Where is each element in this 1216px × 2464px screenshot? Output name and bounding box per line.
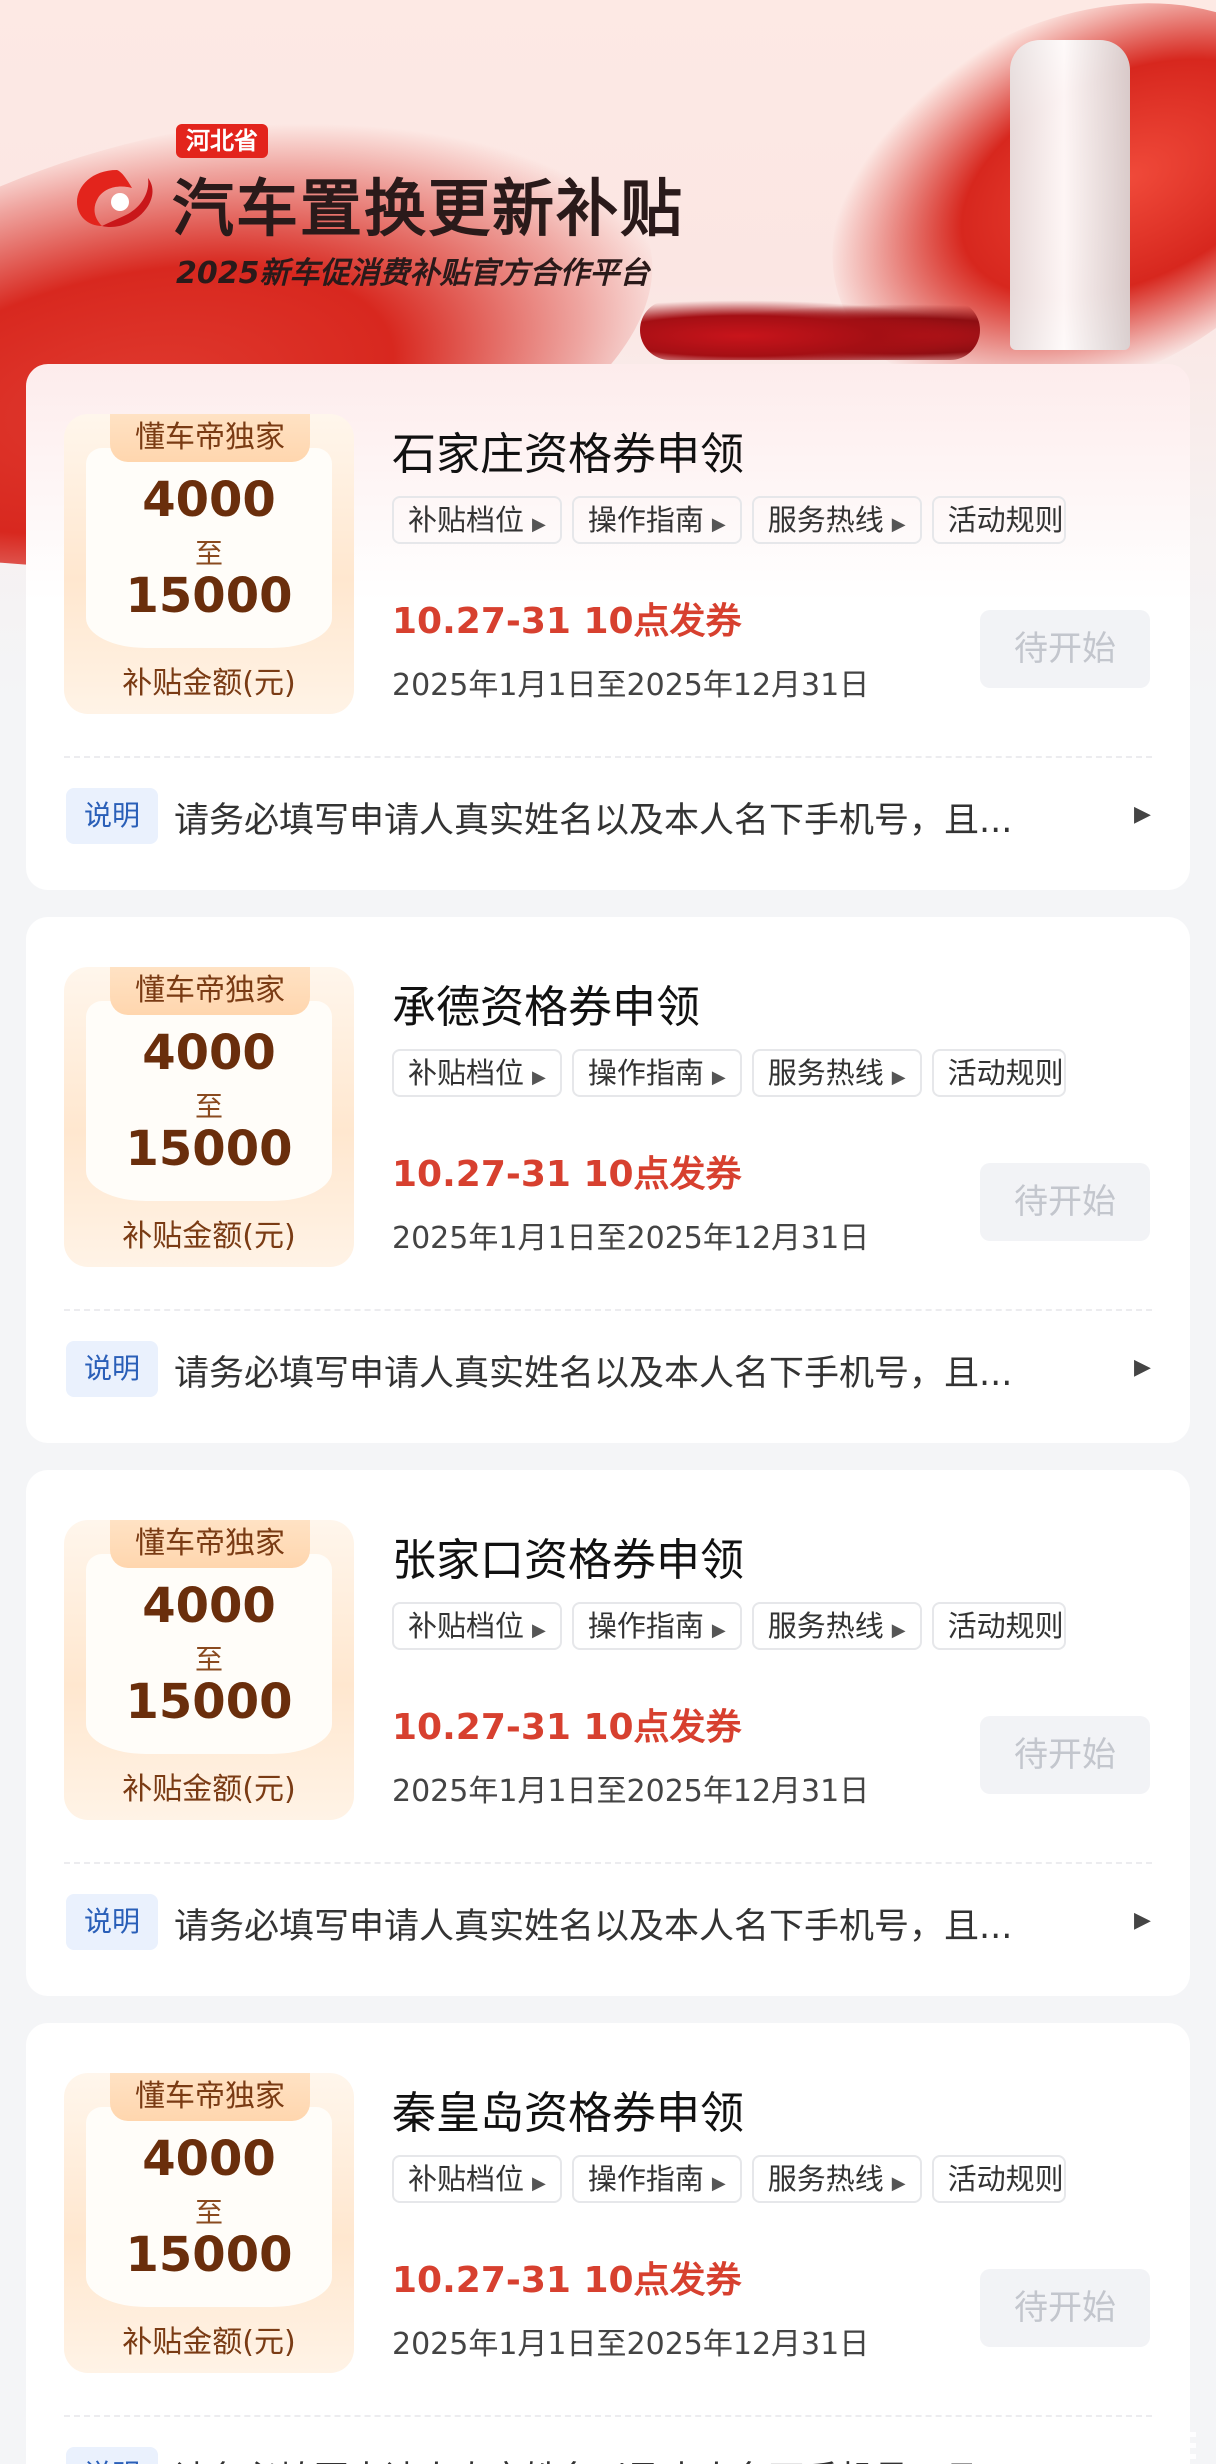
card-title[interactable]: 石家庄资格券申领 xyxy=(392,418,744,482)
note-text[interactable]: 请务必填写申请人真实姓名以及本人名下手机号，且... xyxy=(174,1345,1074,1396)
triangle-right-icon: ▶ xyxy=(711,1067,726,1088)
date-range: 2025年1月1日至2025年12月31日 xyxy=(392,668,870,703)
triangle-right-icon: ▶ xyxy=(891,2173,906,2194)
issue-time: 10.27-31 10点发券 xyxy=(392,1154,742,1195)
note-label: 说明 xyxy=(66,2447,158,2464)
tag-subsidy-tiers[interactable]: 补贴档位 ▶ xyxy=(392,1049,562,1097)
triangle-right-icon[interactable]: ▶ xyxy=(1134,802,1151,827)
tag-row: 补贴档位 ▶ 操作指南 ▶ 服务热线 ▶ 活动规则 xyxy=(392,496,1178,548)
tag-operation-guide[interactable]: 操作指南 ▶ xyxy=(571,2155,742,2203)
triangle-right-icon[interactable]: ▶ xyxy=(1134,1908,1151,1933)
issue-time: 10.27-31 10点发券 xyxy=(392,2260,742,2301)
amount-caption: 补贴金额(元) xyxy=(122,1772,296,1807)
subsidy-card: 懂车帝独家 4000 至 15000 补贴金额(元) 石家庄资格券申领 补贴档位… xyxy=(26,364,1190,890)
note-label: 说明 xyxy=(66,1341,158,1397)
exclusive-tag: 懂车帝独家 xyxy=(110,1520,310,1568)
amount-box: 懂车帝独家 4000 至 15000 补贴金额(元) xyxy=(64,414,354,714)
province-badge: 河北省 xyxy=(176,124,268,158)
tag-subsidy-tiers[interactable]: 补贴档位 ▶ xyxy=(392,2155,562,2203)
tag-operation-guide[interactable]: 操作指南 ▶ xyxy=(571,496,742,544)
amount-box: 懂车帝独家 4000 至 15000 补贴金额(元) xyxy=(64,1520,354,1820)
amount-caption: 补贴金额(元) xyxy=(122,666,296,701)
triangle-right-icon: ▶ xyxy=(891,1620,906,1641)
amount-max: 15000 xyxy=(125,2227,293,2283)
card-title[interactable]: 秦皇岛资格券申领 xyxy=(392,2077,744,2141)
date-range: 2025年1月1日至2025年12月31日 xyxy=(392,1774,870,1809)
tag-activity-rules[interactable]: 活动规则 xyxy=(931,496,1066,544)
exclusive-tag: 懂车帝独家 xyxy=(110,2073,310,2121)
triangle-right-icon: ▶ xyxy=(532,1620,546,1641)
watermark-mark-icon xyxy=(1036,2432,1196,2459)
subsidy-card: 懂车帝独家 4000 至 15000 补贴金额(元) 承德资格券申领 补贴档位 ▶… xyxy=(26,917,1190,1443)
note-text[interactable]: 请务必填写申请人真实姓名以及本人名下手机号，且... xyxy=(174,2451,1074,2464)
amount-to: 至 xyxy=(194,2196,223,2229)
card-title[interactable]: 张家口资格券申领 xyxy=(392,1524,744,1588)
amount-to: 至 xyxy=(194,537,223,570)
banner-cars-illustration xyxy=(640,300,980,360)
triangle-right-icon: ▶ xyxy=(532,1067,546,1088)
amount-caption: 补贴金额(元) xyxy=(122,2325,296,2360)
issue-time: 10.27-31 10点发券 xyxy=(392,601,742,642)
amount-caption: 补贴金额(元) xyxy=(122,1219,296,1254)
tag-service-hotline[interactable]: 服务热线 ▶ xyxy=(751,496,922,544)
amount-box: 懂车帝独家 4000 至 15000 补贴金额(元) xyxy=(64,967,354,1267)
triangle-right-icon: ▶ xyxy=(711,514,726,535)
note-text[interactable]: 请务必填写申请人真实姓名以及本人名下手机号，且... xyxy=(174,1898,1074,1949)
pending-start-button[interactable]: 待开始 xyxy=(980,610,1150,688)
amount-min: 4000 xyxy=(142,1025,276,1081)
divider xyxy=(64,756,1152,758)
amount-to: 至 xyxy=(194,1643,223,1676)
amount-box: 懂车帝独家 4000 至 15000 补贴金额(元) xyxy=(64,2073,354,2373)
amount-min: 4000 xyxy=(142,2131,276,2187)
divider xyxy=(64,1862,1152,1864)
amount-min: 4000 xyxy=(142,472,276,528)
amount-max: 15000 xyxy=(125,1674,293,1730)
banner-column-illustration xyxy=(1010,40,1130,350)
note-label: 说明 xyxy=(66,1894,158,1950)
triangle-right-icon: ▶ xyxy=(891,1067,906,1088)
brand-logo-icon xyxy=(77,170,153,228)
note-label: 说明 xyxy=(66,788,158,844)
tag-service-hotline[interactable]: 服务热线 ▶ xyxy=(751,1602,922,1650)
tag-activity-rules[interactable]: 活动规则 xyxy=(931,1049,1066,1097)
date-range: 2025年1月1日至2025年12月31日 xyxy=(392,2327,870,2362)
tag-service-hotline[interactable]: 服务热线 ▶ xyxy=(751,1049,922,1097)
amount-max: 15000 xyxy=(125,1121,293,1177)
note-text[interactable]: 请务必填写申请人真实姓名以及本人名下手机号，且... xyxy=(174,792,1074,843)
card-title[interactable]: 承德资格券申领 xyxy=(392,971,700,1035)
triangle-right-icon: ▶ xyxy=(532,2173,546,2194)
amount-max: 15000 xyxy=(125,568,293,624)
subsidy-card: 懂车帝独家 4000 至 15000 补贴金额(元) 张家口资格券申领 补贴档位… xyxy=(26,1470,1190,1996)
triangle-right-icon: ▶ xyxy=(711,1620,726,1641)
tag-activity-rules[interactable]: 活动规则 xyxy=(931,2155,1066,2203)
exclusive-tag: 懂车帝独家 xyxy=(110,967,310,1015)
divider xyxy=(64,1309,1152,1311)
tag-service-hotline[interactable]: 服务热线 ▶ xyxy=(751,2155,922,2203)
tag-subsidy-tiers[interactable]: 补贴档位 ▶ xyxy=(392,496,562,544)
issue-time: 10.27-31 10点发券 xyxy=(392,1707,742,1748)
triangle-right-icon[interactable]: ▶ xyxy=(1134,1355,1151,1380)
triangle-right-icon: ▶ xyxy=(532,514,546,535)
exclusive-tag: 懂车帝独家 xyxy=(110,414,310,462)
divider xyxy=(64,2415,1152,2417)
subsidy-card: 懂车帝独家 4000 至 15000 补贴金额(元) 秦皇岛资格券申领 补贴档位… xyxy=(26,2023,1190,2464)
tag-operation-guide[interactable]: 操作指南 ▶ xyxy=(571,1602,742,1650)
tag-row: 补贴档位 ▶ 操作指南 ▶ 服务热线 ▶ 活动规则 xyxy=(392,1049,1178,1101)
triangle-right-icon: ▶ xyxy=(711,2173,726,2194)
banner-title: 汽车置换更新补贴 xyxy=(172,172,685,245)
tag-activity-rules[interactable]: 活动规则 xyxy=(931,1602,1066,1650)
triangle-right-icon: ▶ xyxy=(891,514,906,535)
date-range: 2025年1月1日至2025年12月31日 xyxy=(392,1221,870,1256)
amount-to: 至 xyxy=(194,1090,223,1123)
banner-subtitle: 2025新车促消费补贴官方合作平台 xyxy=(176,256,650,291)
tag-operation-guide[interactable]: 操作指南 ▶ xyxy=(571,1049,742,1097)
tag-row: 补贴档位 ▶ 操作指南 ▶ 服务热线 ▶ 活动规则 xyxy=(392,1602,1178,1654)
pending-start-button[interactable]: 待开始 xyxy=(980,2269,1150,2347)
tag-subsidy-tiers[interactable]: 补贴档位 ▶ xyxy=(392,1602,562,1650)
amount-min: 4000 xyxy=(142,1578,276,1634)
pending-start-button[interactable]: 待开始 xyxy=(980,1716,1150,1794)
pending-start-button[interactable]: 待开始 xyxy=(980,1163,1150,1241)
tag-row: 补贴档位 ▶ 操作指南 ▶ 服务热线 ▶ 活动规则 xyxy=(392,2155,1178,2207)
